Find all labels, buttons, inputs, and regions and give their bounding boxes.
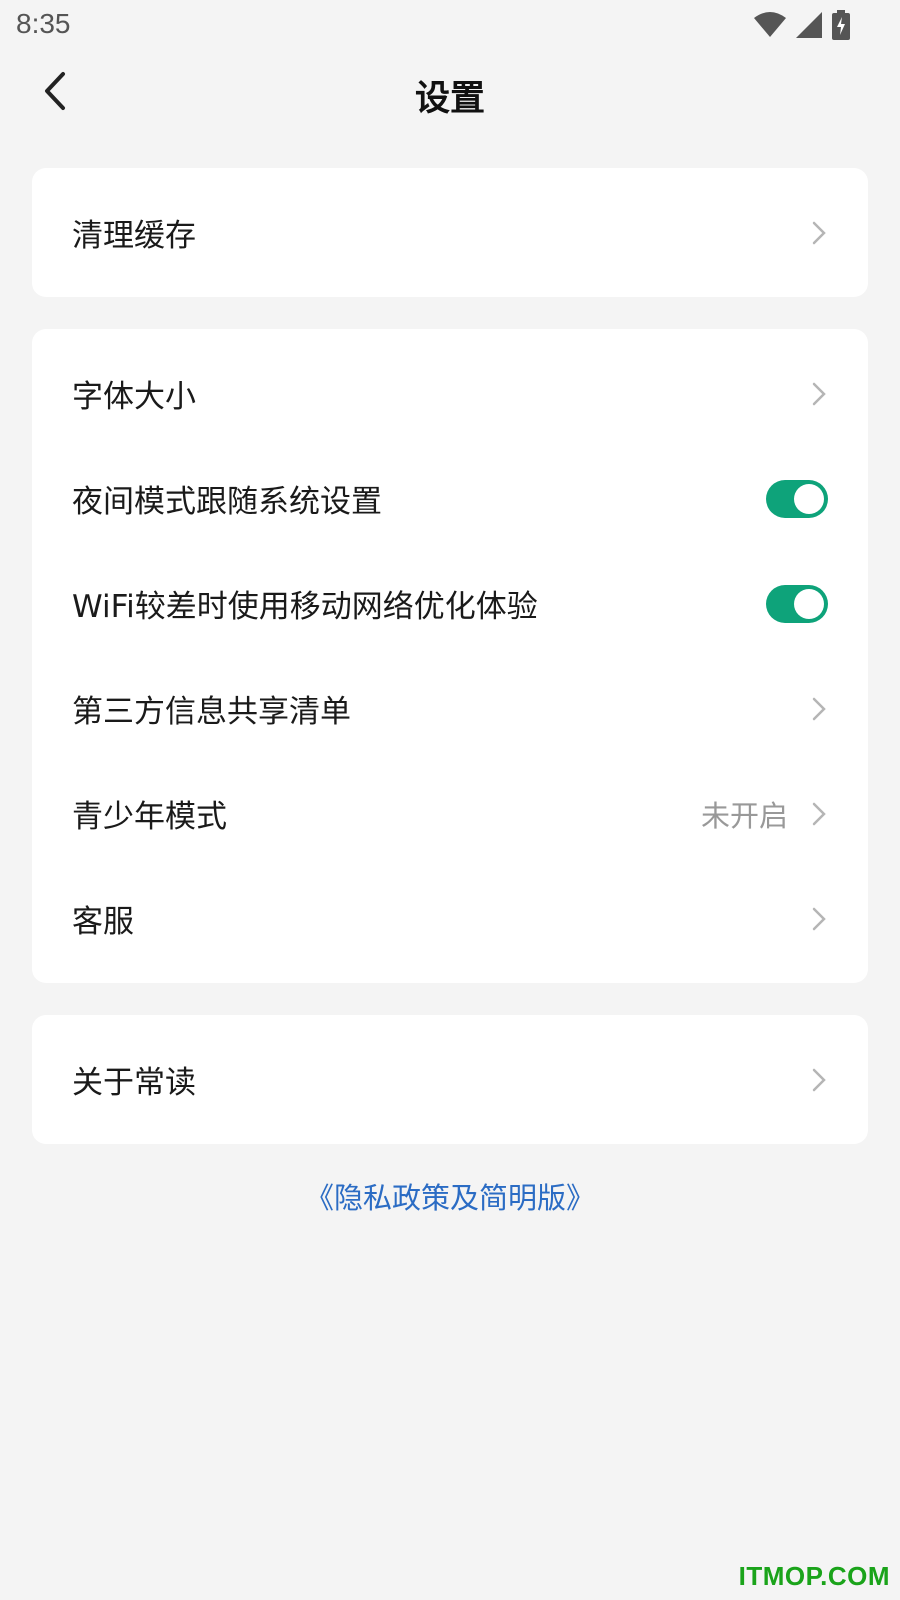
wifi-mobile-toggle[interactable] [766, 584, 828, 623]
chevron-right-icon [808, 218, 830, 248]
night-mode-toggle[interactable] [766, 479, 828, 518]
settings-item-label: 青少年模式 [72, 799, 227, 835]
settings-item-font-size[interactable]: 字体大小 [32, 341, 868, 446]
chevron-right-icon [808, 379, 830, 409]
chevron-right-icon [808, 904, 830, 934]
toggle-knob [794, 483, 824, 514]
settings-item-label: 字体大小 [72, 379, 196, 415]
wifi-icon [754, 12, 786, 38]
settings-item-label: 第三方信息共享清单 [72, 694, 351, 730]
settings-item-night-mode: 夜间模式跟随系统设置 [32, 446, 868, 551]
settings-item-label: 关于常读 [72, 1065, 196, 1101]
chevron-right-icon [808, 1065, 830, 1095]
page-title: 设置 [414, 79, 485, 119]
privacy-policy-link[interactable]: 《隐私政策及简明版》 [0, 1175, 900, 1217]
signal-icon [796, 12, 822, 38]
settings-item-customer-service[interactable]: 客服 [32, 866, 868, 971]
teen-mode-status: 未开启 [700, 798, 788, 833]
settings-item-clear-cache[interactable]: 清理缓存 [32, 180, 868, 285]
settings-item-label: 夜间模式跟随系统设置 [72, 484, 382, 520]
status-icons [754, 8, 850, 42]
settings-card-about: 关于常读 [32, 1015, 868, 1144]
chevron-right-icon [808, 799, 830, 829]
battery-charging-icon [832, 10, 850, 40]
settings-item-teen-mode[interactable]: 青少年模式 未开启 [32, 761, 868, 866]
settings-item-third-party-sharing[interactable]: 第三方信息共享清单 [32, 656, 868, 761]
settings-item-label: WiFi较差时使用移动网络优化体验 [72, 589, 538, 625]
settings-item-about[interactable]: 关于常读 [32, 1027, 868, 1132]
settings-item-label: 清理缓存 [72, 218, 196, 254]
header: 设置 [0, 56, 900, 132]
status-bar: 8:35 [0, 0, 900, 50]
settings-card-general: 字体大小 夜间模式跟随系统设置 WiFi较差时使用移动网络优化体验 第三方信息共… [32, 329, 868, 983]
toggle-knob [794, 588, 824, 619]
settings-item-wifi-mobile-network: WiFi较差时使用移动网络优化体验 [32, 551, 868, 656]
chevron-right-icon [808, 694, 830, 724]
settings-card-cache: 清理缓存 [32, 168, 868, 297]
watermark: ITMOP.COM [738, 1561, 890, 1591]
status-time: 8:35 [16, 8, 71, 39]
settings-item-label: 客服 [72, 904, 134, 940]
